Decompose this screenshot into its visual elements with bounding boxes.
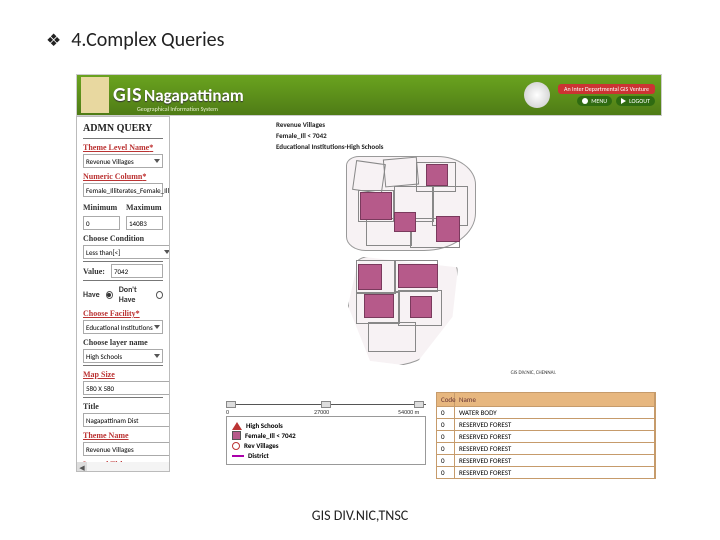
map-credit: GIS DIV.NIC, CHENNAI. [511, 370, 556, 376]
label-numeric-column: Numeric Column [83, 172, 163, 181]
table-row[interactable]: 0WATER BODY [437, 406, 655, 418]
circle-icon [232, 442, 240, 450]
label-value: Value: [83, 267, 105, 276]
slide-footer: GIS DIV.NIC,TNSC [0, 507, 720, 524]
chevron-down-icon [154, 159, 160, 163]
line-icon [232, 455, 244, 457]
label-maximum: Maximum [126, 203, 163, 212]
table-header: Code Name [437, 393, 655, 406]
input-value[interactable]: 7042 [111, 264, 163, 278]
radio-dont-have[interactable] [156, 291, 163, 299]
map-canvas[interactable]: GIS DIV.NIC, CHENNAI. [276, 156, 516, 386]
input-theme-name[interactable]: Revenue Villages [83, 442, 170, 456]
scroll-left-icon[interactable]: ◀ [77, 462, 87, 472]
app-screenshot: GIS Nagapattinam Geographical Informatio… [76, 74, 662, 474]
label-condition: Choose Condition [83, 234, 163, 243]
sidebar-heading: ADMN QUERY [83, 121, 163, 134]
label-map-size: Map Size [83, 370, 163, 379]
emblem-icon [81, 77, 109, 113]
input-title[interactable]: Nagapattinam Dist [83, 413, 170, 427]
radio-have[interactable] [106, 291, 113, 299]
have-radio-group: Have Don't Have [83, 285, 163, 305]
app-banner: GIS Nagapattinam Geographical Informatio… [76, 74, 662, 116]
label-title: Title [83, 402, 163, 411]
map-legend: High Schools Female_Ill < 7042 Rev Villa… [226, 416, 426, 465]
query-sidebar: ADMN QUERY Theme Level Name Revenue Vill… [76, 116, 170, 472]
menu-icon [582, 98, 588, 104]
result-table: Code Name 0WATER BODY0RESERVED FOREST0RE… [436, 392, 656, 479]
chevron-down-icon [154, 325, 160, 329]
label-minimum: Minimum [83, 203, 120, 212]
sidebar-scrollbar[interactable]: ◀ ▶ [77, 462, 170, 472]
logout-icon [621, 98, 626, 104]
app-subtitle: Geographical Information System [137, 105, 218, 113]
table-row[interactable]: 0RESERVED FOREST [437, 418, 655, 430]
select-map-size[interactable]: 580 X 580 [83, 381, 170, 395]
app-title: GIS Nagapattinam [113, 83, 244, 107]
table-row[interactable]: 0RESERVED FOREST [437, 454, 655, 466]
select-facility[interactable]: Educational Institutions [83, 320, 163, 334]
select-layer-name[interactable]: High Schools [83, 349, 163, 363]
table-row[interactable]: 0RESERVED FOREST [437, 442, 655, 454]
select-condition[interactable]: Less than[<] [83, 245, 170, 259]
table-row[interactable]: 0RESERVED FOREST [437, 466, 655, 478]
label-layer-name: Choose layer name [83, 338, 163, 347]
slide-bullet: ❖ 4.Complex Queries [46, 28, 696, 52]
triangle-icon [232, 422, 242, 430]
scale-slider[interactable]: 0 27000 54000 m [226, 398, 426, 412]
select-numeric-column[interactable]: Female_Illiterates_Female_Ill [83, 183, 163, 197]
swatch-icon [232, 431, 241, 440]
select-theme-level[interactable]: Revenue Villages [83, 154, 163, 168]
logout-button[interactable]: LOGOUT [616, 96, 655, 106]
tagline-pill: An Inter Departmental GIS Venture [558, 84, 655, 94]
label-facility: Choose Facility [83, 309, 163, 318]
chevron-down-icon [154, 354, 160, 358]
tn-emblem-icon [524, 82, 550, 108]
slide-title: 4.Complex Queries [71, 28, 224, 52]
input-minimum[interactable]: 0 [83, 216, 120, 230]
query-summary: Revenue Villages Female_Ill < 7042 Educa… [276, 120, 656, 152]
label-theme-name: Theme Name [83, 431, 163, 440]
menu-button[interactable]: MENU [577, 96, 612, 106]
label-theme-level: Theme Level Name [83, 143, 163, 152]
input-maximum[interactable]: 14083 [126, 216, 163, 230]
diamond-bullet-icon: ❖ [46, 30, 61, 51]
input-legend-title[interactable]: Educational Institutions-High Sch [83, 471, 163, 472]
table-row[interactable]: 0RESERVED FOREST [437, 430, 655, 442]
